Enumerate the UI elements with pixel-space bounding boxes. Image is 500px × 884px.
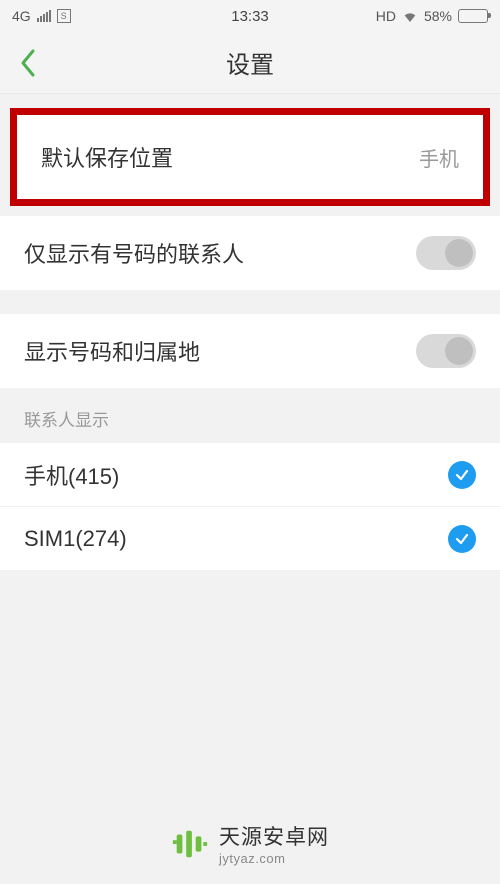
check-icon xyxy=(448,461,476,489)
list-item-label: SIM1(274) xyxy=(24,526,127,552)
page-title: 设置 xyxy=(226,45,274,80)
row-label: 显示号码和归属地 xyxy=(24,335,200,367)
list-item-label: 手机(415) xyxy=(24,459,119,491)
row-label: 仅显示有号码的联系人 xyxy=(24,237,244,269)
wifi-icon xyxy=(402,10,418,22)
hd-label: HD xyxy=(376,8,396,24)
watermark: 天源安卓网 jytyaz.com xyxy=(0,821,500,866)
watermark-url: jytyaz.com xyxy=(219,851,329,866)
watermark-title: 天源安卓网 xyxy=(219,821,329,851)
toggle-only-number-contacts[interactable] xyxy=(416,236,476,270)
watermark-text: 天源安卓网 jytyaz.com xyxy=(219,821,329,866)
row-label: 默认保存位置 xyxy=(41,141,173,173)
row-default-save-location[interactable]: 默认保存位置 手机 xyxy=(17,115,483,199)
watermark-logo-icon xyxy=(171,825,209,863)
spacer xyxy=(0,290,500,314)
chevron-left-icon xyxy=(18,48,36,78)
back-button[interactable] xyxy=(0,32,54,93)
status-right: HD 58% xyxy=(376,8,488,24)
row-only-number-contacts[interactable]: 仅显示有号码的联系人 xyxy=(0,216,500,290)
battery-icon xyxy=(458,9,488,23)
header-bar: 设置 xyxy=(0,32,500,94)
status-time: 13:33 xyxy=(231,8,269,25)
contact-display-sim1[interactable]: SIM1(274) xyxy=(0,507,500,571)
contact-display-phone[interactable]: 手机(415) xyxy=(0,443,500,507)
toggle-knob-icon xyxy=(445,337,473,365)
toggle-show-number-location[interactable] xyxy=(416,334,476,368)
signal-icon xyxy=(37,10,51,22)
check-icon xyxy=(448,525,476,553)
battery-percent: 58% xyxy=(424,8,452,24)
status-left: 4G S xyxy=(12,8,71,24)
row-value: 手机 xyxy=(419,143,459,172)
row-show-number-location[interactable]: 显示号码和归属地 xyxy=(0,314,500,388)
network-type-label: 4G xyxy=(12,8,31,24)
section-header-contacts: 联系人显示 xyxy=(0,388,500,443)
sim-s-icon: S xyxy=(57,9,71,23)
highlight-annotation: 默认保存位置 手机 xyxy=(10,108,490,206)
toggle-knob-icon xyxy=(445,239,473,267)
status-bar: 4G S 13:33 HD 58% xyxy=(0,0,500,32)
